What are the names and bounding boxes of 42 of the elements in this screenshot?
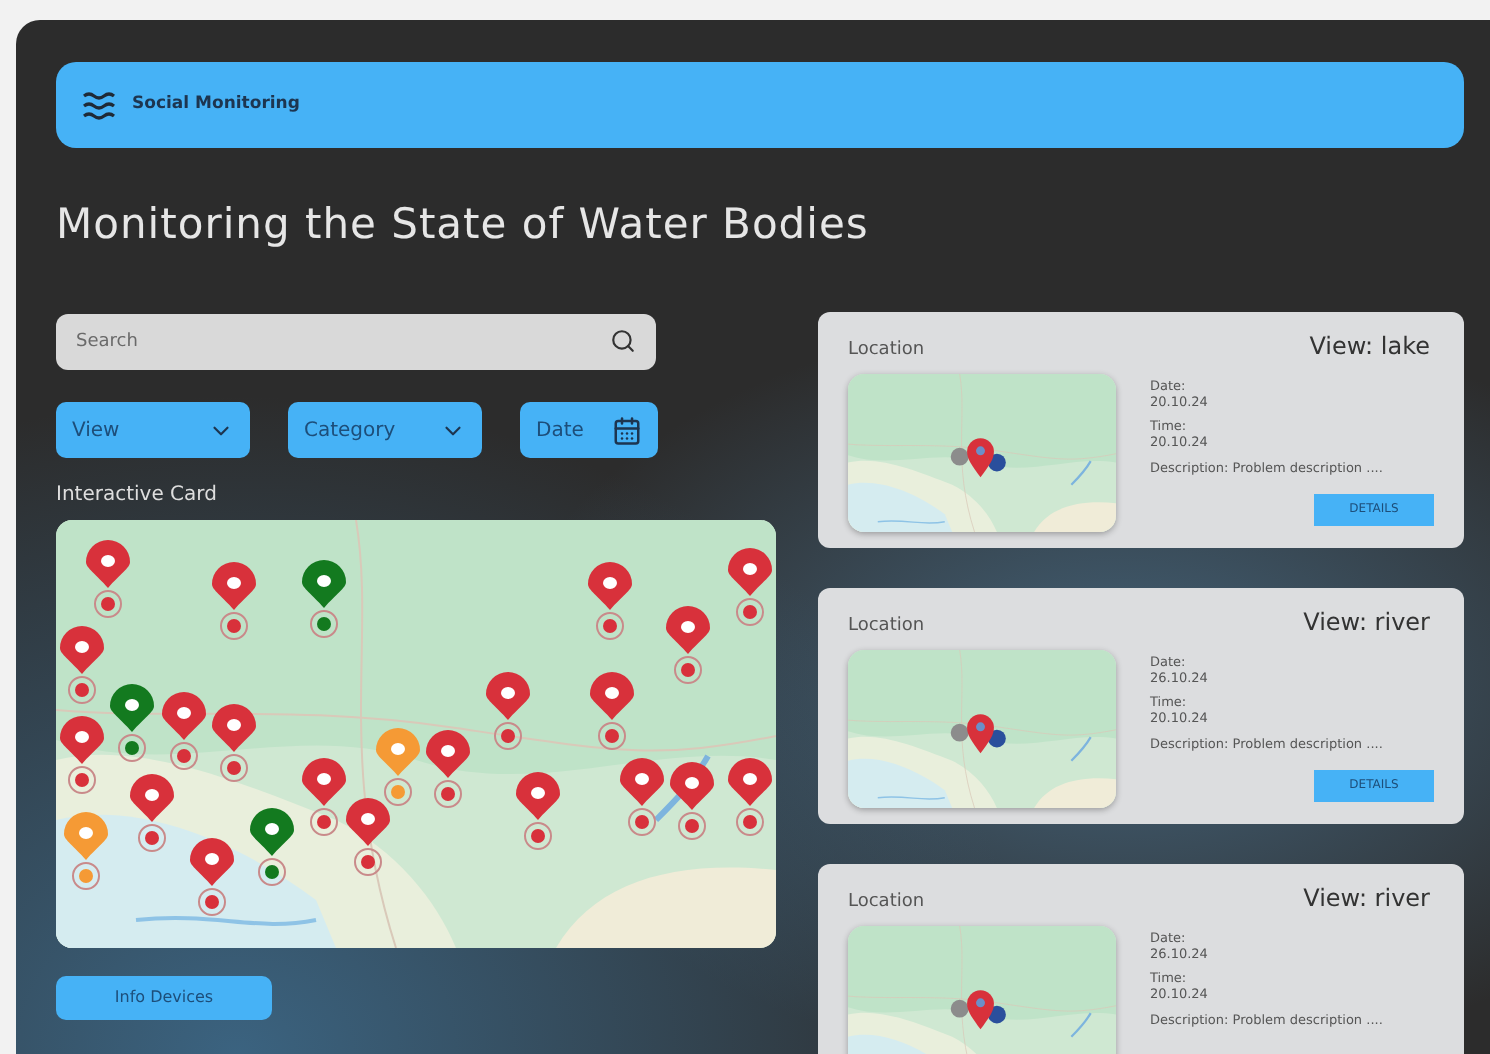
dropdown-button[interactable]: View <box>56 402 250 458</box>
view-type: View: river <box>1303 882 1432 916</box>
map-pin-icon[interactable] <box>58 625 107 706</box>
location-label: Location <box>848 890 925 916</box>
map-pin-icon[interactable] <box>663 605 712 686</box>
location-label: Location <box>848 614 925 640</box>
map-pin-icon[interactable] <box>58 715 107 796</box>
map-pin-icon[interactable] <box>668 762 717 843</box>
map-pin-icon[interactable] <box>343 798 392 879</box>
map-pin-icon[interactable] <box>160 691 209 771</box>
map-pin-icon[interactable] <box>725 757 774 838</box>
map-pin-icon[interactable] <box>424 730 472 811</box>
map-pin-icon[interactable] <box>586 561 635 642</box>
map-pin-icon[interactable] <box>210 704 258 785</box>
map-pin-icon[interactable] <box>300 559 348 640</box>
map-pin-icon[interactable] <box>587 671 636 752</box>
map-pin-icon[interactable] <box>187 837 236 918</box>
search-field[interactable]: Search <box>56 314 656 370</box>
map-pin-icon[interactable] <box>248 808 297 889</box>
map-pin-icon[interactable] <box>61 812 110 893</box>
map-pin-icon[interactable] <box>514 772 562 853</box>
view-type: View: lake <box>1309 330 1432 364</box>
map-pin-icon[interactable] <box>210 561 258 642</box>
date-button[interactable]: Date <box>520 402 658 458</box>
map-pin-icon[interactable] <box>618 757 667 838</box>
map-pin-icon[interactable] <box>725 547 774 628</box>
info-devices-button[interactable]: Info Devices <box>56 976 272 1020</box>
view-type: View: river <box>1303 606 1432 640</box>
brand-name: Social Monitoring <box>132 92 300 118</box>
map-pin-icon[interactable] <box>300 757 349 838</box>
map-label: Interactive Card <box>56 482 217 510</box>
map-pin-icon[interactable] <box>83 539 132 620</box>
search-icon <box>610 327 636 353</box>
map-pin-icon[interactable] <box>128 774 177 855</box>
location-label: Location <box>848 338 925 364</box>
calendar-icon <box>612 415 642 445</box>
page-title: Monitoring the State of Water Bodies <box>56 198 871 252</box>
dropdown-button[interactable]: Category <box>288 402 482 458</box>
waves-icon <box>82 91 118 119</box>
map-pin-icon[interactable] <box>107 684 156 765</box>
map-pin-icon[interactable] <box>374 728 422 809</box>
map-pin-icon[interactable] <box>483 671 532 752</box>
